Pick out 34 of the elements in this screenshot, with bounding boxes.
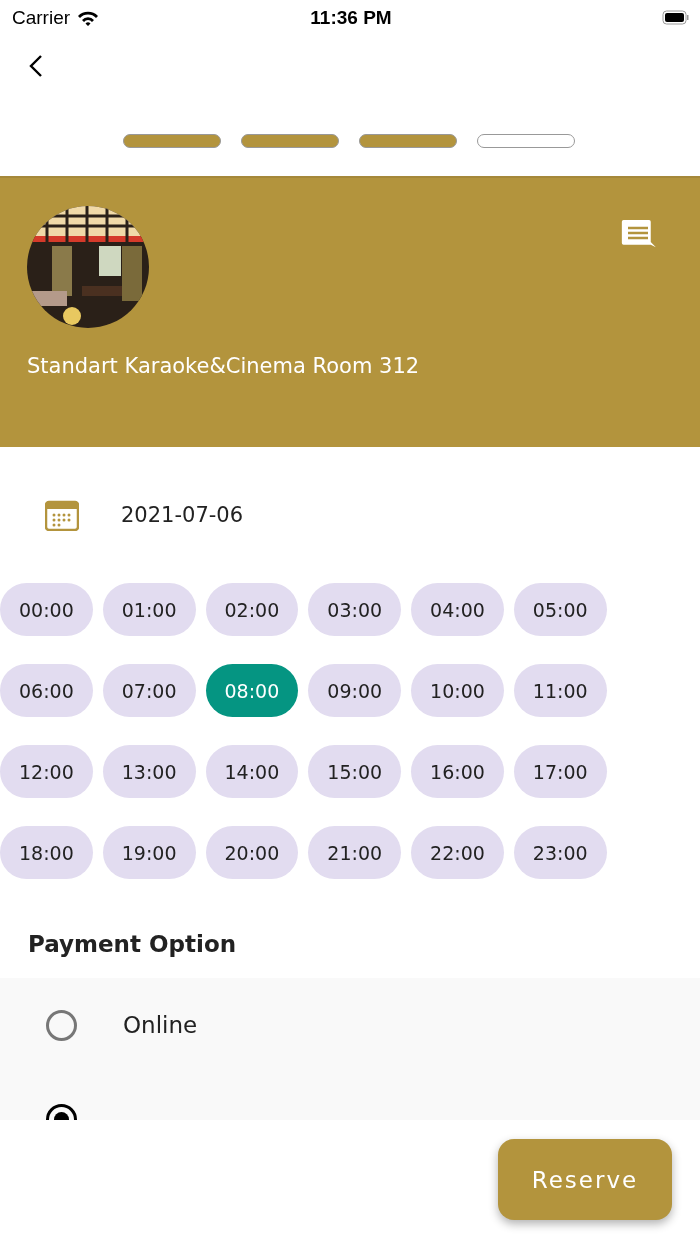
time-slot-chip[interactable]: 21:00 [308, 826, 402, 879]
section-title: Payment Option [28, 931, 238, 959]
wifi-icon [76, 9, 101, 27]
battery-icon [662, 10, 690, 26]
time-slot-chip[interactable]: 03:00 [308, 583, 402, 636]
time-slot-chip[interactable]: 23:00 [513, 826, 607, 879]
carrier-label: Carrier [12, 7, 71, 29]
time-slot-chip[interactable]: 19:00 [102, 826, 196, 879]
time-slot-chip[interactable]: 04:00 [411, 583, 504, 636]
time-slot-chip[interactable]: 13:00 [102, 745, 196, 798]
calendar-icon[interactable] [45, 499, 79, 531]
time-slot-chip[interactable]: 22:00 [411, 826, 504, 879]
time-slot-chip[interactable]: 02:00 [205, 583, 299, 636]
time-slot-chip[interactable]: 01:00 [102, 583, 196, 636]
time-slot-chip[interactable]: 14:00 [205, 745, 299, 798]
time-slot-chip[interactable]: 07:00 [102, 664, 196, 717]
time-slot-chip[interactable]: 09:00 [308, 664, 402, 717]
radio-button[interactable] [46, 1009, 77, 1041]
time-slot-chip[interactable]: 18:00 [0, 826, 93, 879]
room-title: Standart Karaoke&Cinema Room 312 [27, 354, 421, 378]
date-value[interactable]: 2021-07-06 [121, 503, 244, 527]
time-slot-chip[interactable]: 17:00 [513, 745, 607, 798]
time-slot-chip[interactable]: 16:00 [411, 745, 504, 798]
clock-time: 11:36 PM [310, 7, 392, 29]
time-slot-chip[interactable]: 10:00 [411, 664, 504, 717]
time-slot-chip[interactable]: 11:00 [513, 664, 607, 717]
time-slot-chip[interactable]: 06:00 [0, 664, 93, 717]
time-slot-chip[interactable]: 12:00 [0, 745, 93, 798]
time-slot-chip[interactable]: 05:00 [513, 583, 607, 636]
time-slot-chip[interactable]: 08:00 [205, 664, 299, 717]
time-slot-chip[interactable]: 15:00 [308, 745, 402, 798]
option-label: Online [123, 1012, 198, 1038]
time-slot-chip[interactable]: 20:00 [205, 826, 299, 879]
time-slot-chip[interactable]: 00:00 [0, 583, 93, 636]
